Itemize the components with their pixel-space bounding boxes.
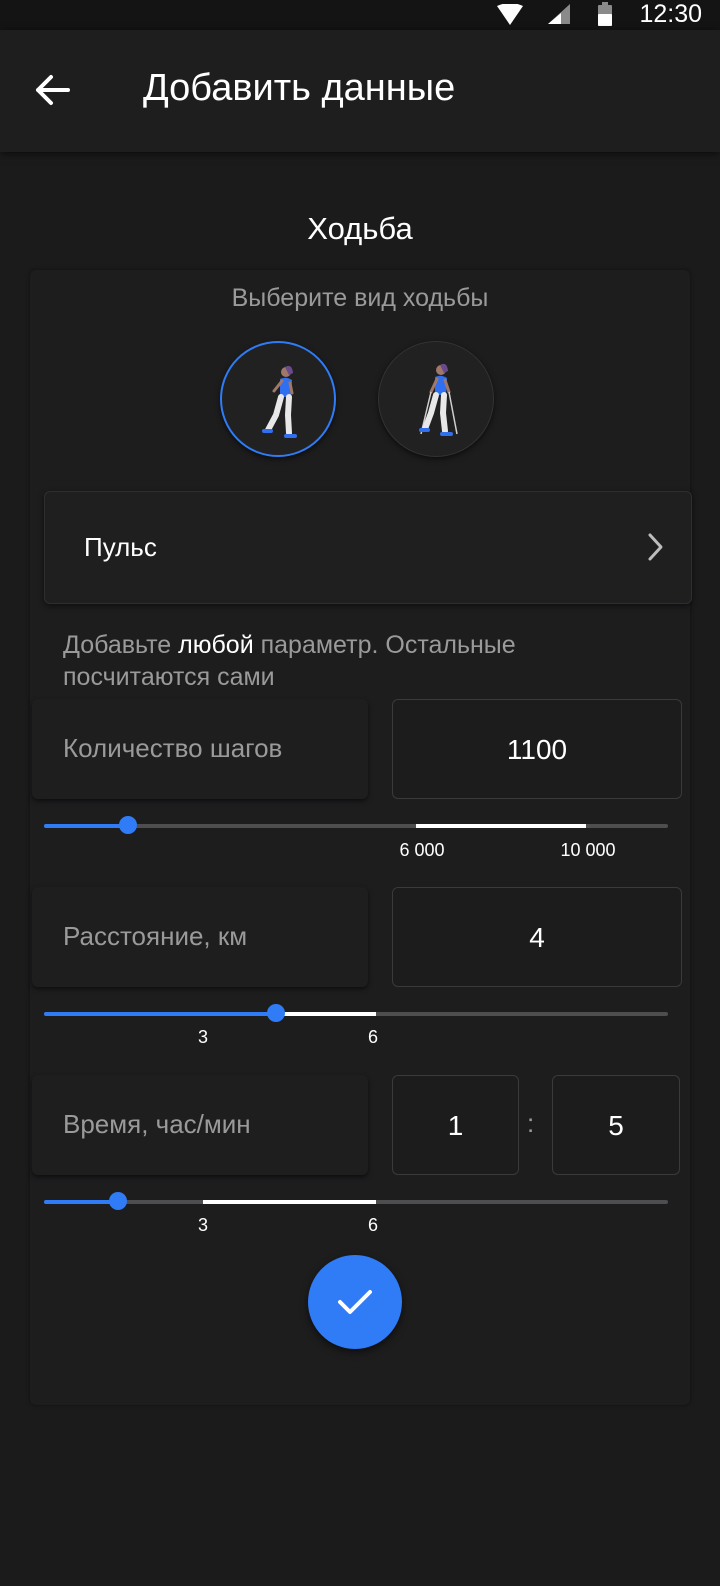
input-card [30, 270, 690, 1405]
steps-label: Количество шагов [63, 733, 283, 763]
time-label-box: Время, час/мин [32, 1075, 368, 1175]
time-tick-3: 3 [197, 1215, 209, 1235]
app-bar: Добавить данные [0, 30, 720, 152]
distance-tick-6: 6 [367, 1027, 379, 1047]
steps-value-field[interactable]: 1100 [392, 699, 682, 799]
steps-tick-10000: 10 000 [560, 840, 616, 860]
battery-icon [598, 2, 612, 26]
page-title: Добавить данные [143, 67, 456, 109]
walk-type-normal-option[interactable] [220, 341, 336, 457]
steps-tick-6000: 6 000 [399, 840, 445, 860]
hint-text: Добавьте любой параметр. Остальные посчи… [63, 629, 663, 693]
distance-tick-3: 3 [197, 1027, 209, 1047]
steps-label-box: Количество шагов [32, 699, 368, 799]
hint-text-start: Добавьте [63, 631, 179, 659]
pulse-label: Пульс [84, 532, 157, 562]
back-arrow-icon[interactable] [30, 68, 74, 112]
time-recommended-range [203, 1200, 376, 1204]
steps-slider-thumb[interactable] [118, 816, 137, 834]
walk-type-prompt: Выберите вид ходьбы [231, 284, 489, 312]
chevron-right-icon [648, 533, 663, 561]
pulse-row[interactable]: Пульс [44, 491, 692, 604]
distance-slider-thumb[interactable] [267, 1004, 286, 1022]
checkmark-icon [338, 1290, 372, 1314]
time-slider[interactable] [44, 1192, 668, 1210]
walking-person-icon [262, 365, 297, 438]
time-label: Время, час/мин [63, 1109, 251, 1139]
distance-value-field[interactable]: 4 [392, 887, 682, 987]
steps-recommended-range [416, 824, 586, 828]
distance-slider[interactable] [44, 1004, 668, 1022]
distance-label-box: Расстояние, км [32, 887, 368, 987]
time-slider-fill [44, 1200, 118, 1204]
distance-slider-fill [44, 1012, 277, 1016]
steps-slider[interactable] [44, 816, 668, 834]
nordic-walking-person-icon [419, 363, 458, 436]
distance-label: Расстояние, км [63, 921, 248, 951]
walk-type-nordic-option[interactable] [378, 341, 494, 457]
time-slider-thumb[interactable] [108, 1192, 127, 1210]
time-tick-6: 6 [367, 1215, 379, 1235]
cellular-signal-icon [548, 4, 570, 24]
hours-value-field[interactable]: 1 [392, 1075, 519, 1175]
confirm-button[interactable] [308, 1255, 402, 1349]
status-bar: 12:30 [0, 0, 720, 30]
steps-slider-fill [44, 824, 128, 828]
minutes-value-field[interactable]: 5 [552, 1075, 680, 1175]
status-time: 12:30 [639, 0, 702, 28]
wifi-icon [497, 4, 523, 25]
hint-text-emphasis: любой [178, 631, 254, 659]
time-separator: : [527, 1108, 535, 1138]
section-title: Ходьба [307, 211, 413, 246]
